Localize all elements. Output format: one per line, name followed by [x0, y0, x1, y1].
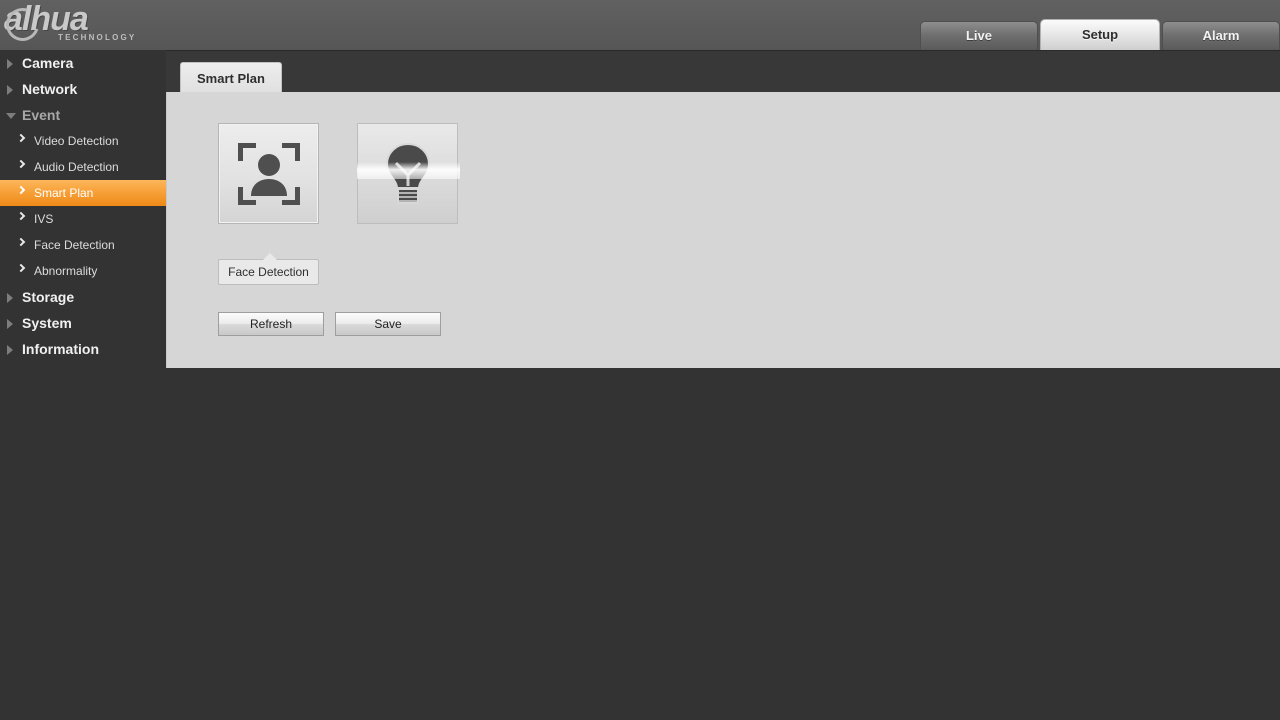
tab-alarm[interactable]: Alarm [1162, 21, 1280, 50]
sidebar-item-audio-detection[interactable]: Audio Detection [0, 154, 166, 180]
smart-plan-panel: Face Detection Refresh Save [166, 92, 1280, 368]
chevron-right-icon [16, 211, 26, 221]
sidebar-item-label: Camera [22, 55, 74, 71]
chevron-right-icon [16, 159, 26, 169]
sidebar-item-network[interactable]: Network [0, 76, 166, 102]
chevron-right-icon [16, 133, 26, 143]
sidebar-item-label: Network [22, 81, 78, 97]
sidebar-item-label: Abnormality [34, 264, 98, 278]
chevron-right-icon [7, 345, 13, 355]
tab-live[interactable]: Live [920, 21, 1038, 50]
save-button[interactable]: Save [335, 312, 441, 336]
sidebar-item-storage[interactable]: Storage [0, 284, 166, 310]
logo-subtitle: TECHNOLOGY [58, 33, 137, 42]
sidebar-item-label: Information [22, 341, 99, 357]
face-detection-icon [236, 141, 302, 207]
sidebar-item-smart-plan[interactable]: Smart Plan [0, 180, 166, 206]
sidebar-item-label: Storage [22, 289, 75, 305]
sidebar-item-event[interactable]: Event [0, 102, 166, 128]
tab-smart-plan[interactable]: Smart Plan [180, 62, 282, 93]
sidebar-item-label: System [22, 315, 72, 331]
content-tabstrip: Smart Plan [166, 50, 1280, 93]
chevron-right-icon [16, 263, 26, 273]
selected-plan-label-text: Face Detection [228, 265, 309, 279]
action-buttons: Refresh Save [218, 312, 441, 336]
sidebar-item-label: Video Detection [34, 134, 119, 148]
sidebar-item-label: Event [22, 107, 61, 123]
sidebar-navigation: Camera Network Event Video Detection Aud… [0, 50, 166, 720]
dahua-logo: alhua TECHNOLOGY [0, 2, 154, 48]
sidebar-item-information[interactable]: Information [0, 336, 166, 362]
chevron-right-icon [7, 85, 13, 95]
sidebar-item-ivs[interactable]: IVS [0, 206, 166, 232]
chevron-right-icon [7, 59, 13, 69]
sidebar-item-label: IVS [34, 212, 54, 226]
sidebar-item-label: Audio Detection [34, 160, 119, 174]
sidebar-item-video-detection[interactable]: Video Detection [0, 128, 166, 154]
content-region: Smart Plan Face Detection Refresh Save [166, 50, 1280, 368]
plan-option-ivs[interactable] [357, 123, 460, 224]
refresh-button[interactable]: Refresh [218, 312, 324, 336]
chevron-down-icon [6, 113, 16, 119]
plan-options-row [218, 123, 460, 224]
sidebar-item-system[interactable]: System [0, 310, 166, 336]
sidebar-item-label: Face Detection [34, 238, 115, 252]
sidebar-item-camera[interactable]: Camera [0, 50, 166, 76]
selected-plan-label: Face Detection [218, 251, 319, 285]
sidebar-item-abnormality[interactable]: Abnormality [0, 258, 166, 284]
sidebar-item-label: Smart Plan [34, 186, 94, 200]
sidebar-item-face-detection[interactable]: Face Detection [0, 232, 166, 258]
top-navigation-tabs: Live Setup Alarm [920, 19, 1280, 50]
chevron-right-icon [7, 319, 13, 329]
app-header: alhua TECHNOLOGY Live Setup Alarm [0, 0, 1280, 50]
tab-setup[interactable]: Setup [1040, 19, 1160, 50]
chevron-right-icon [7, 293, 13, 303]
lightbulb-ivs-icon [380, 141, 436, 207]
chevron-right-icon [16, 237, 26, 247]
chevron-right-icon [16, 185, 26, 195]
plan-option-face-detection[interactable] [218, 123, 319, 224]
